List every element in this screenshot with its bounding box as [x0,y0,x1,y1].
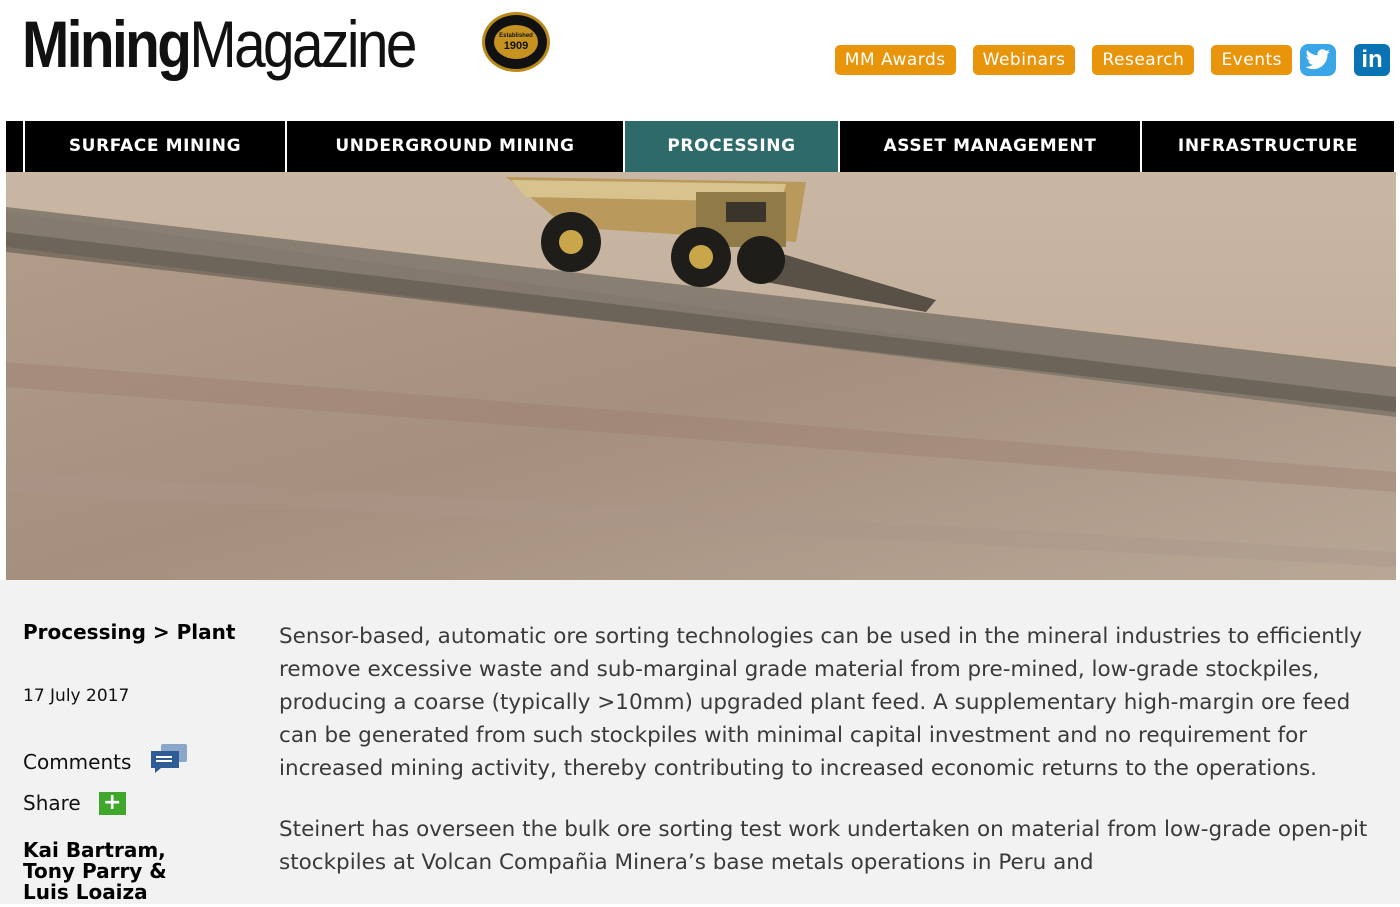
share-link[interactable]: Share + [23,791,126,815]
author-line: Luis Loaiza [23,880,148,904]
article-body: Sensor-based, automatic ore sorting tech… [279,620,1400,907]
article-paragraph: Sensor-based, automatic ore sorting tech… [279,624,1363,781]
logo-text-mining: Mining [22,7,192,81]
badge-established-text: Established [499,32,533,39]
article-authors: Kai Bartram, Tony Parry & Luis Loaiza [23,840,243,903]
comments-icon[interactable] [149,744,189,779]
comments-link[interactable]: Comments [23,744,189,779]
events-link[interactable]: Events [1211,45,1292,75]
nav-underground-mining[interactable]: UNDERGROUND MINING [285,121,623,172]
main-nav: SURFACE MINING UNDERGROUND MINING PROCES… [6,121,1394,172]
site-header: MiningMagazine Established 1909 MM Award… [0,0,1400,120]
share-plus-icon[interactable]: + [98,791,126,815]
article-area: Processing > Plant 17 July 2017 Comments… [0,580,1400,904]
nav-surface-mining[interactable]: SURFACE MINING [23,121,285,172]
nav-processing[interactable]: PROCESSING [623,121,838,172]
author-line: Kai Bartram, [23,838,166,862]
research-link[interactable]: Research [1092,45,1195,75]
breadcrumb-section[interactable]: Processing [23,620,146,644]
mm-awards-link[interactable]: MM Awards [834,45,956,75]
share-label: Share [23,791,81,815]
breadcrumb-separator: > [152,620,170,644]
nav-asset-management[interactable]: ASSET MANAGEMENT [838,121,1140,172]
breadcrumb-subsection[interactable]: Plant [177,620,236,644]
twitter-icon[interactable] [1300,44,1336,76]
logo-text-magazine: Magazine [189,7,417,81]
established-badge: Established 1909 [482,12,550,72]
top-links: MM Awards Webinars Research Events in [834,44,1390,76]
breadcrumb: Processing > Plant [23,620,235,644]
author-line: Tony Parry & [23,859,167,883]
article-paragraph: Steinert has overseen the bulk ore sorti… [279,817,1368,875]
comments-label: Comments [23,749,132,774]
badge-year: 1909 [503,39,529,52]
hero-image [6,172,1396,580]
article-date: 17 July 2017 [23,686,130,706]
webinars-link[interactable]: Webinars [972,45,1076,75]
linkedin-icon[interactable]: in [1354,44,1390,76]
site-logo[interactable]: MiningMagazine [22,4,417,84]
nav-infrastructure[interactable]: INFRASTRUCTURE [1140,121,1394,172]
